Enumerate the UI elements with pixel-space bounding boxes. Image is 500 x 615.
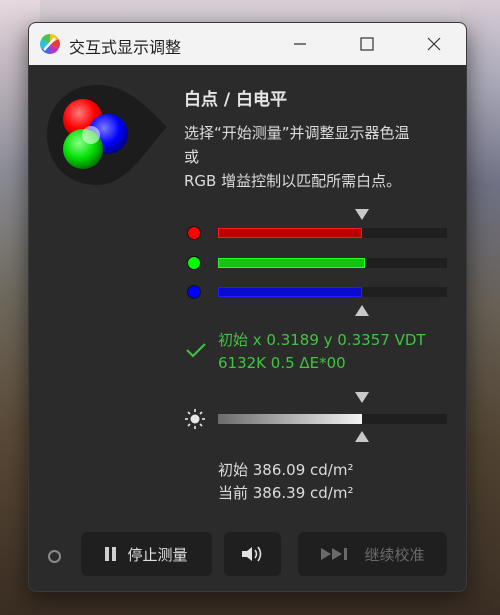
status-indicator (48, 550, 61, 563)
white-target-marker-bottom (355, 431, 369, 442)
maximize-icon (360, 37, 374, 51)
skip-forward-icon (321, 548, 348, 560)
blue-channel-dot (187, 285, 201, 299)
blue-slider-track (218, 287, 447, 297)
title-bar: 交互式显示调整 (29, 23, 466, 65)
footer-bar: 停止测量 继续校准 (29, 528, 466, 578)
instruction-line: 或 (184, 148, 200, 166)
close-button[interactable] (411, 23, 457, 65)
red-gain-slider (184, 225, 454, 241)
green-slider-fill (218, 258, 365, 268)
instruction-line: 选择“开始测量”并调整显示器色温 (184, 124, 410, 142)
blue-slider-fill (218, 287, 363, 297)
white-target-marker-top (355, 392, 369, 403)
red-channel-dot (187, 226, 201, 240)
minimize-button[interactable] (277, 23, 323, 65)
white-level-slider (184, 411, 454, 427)
pause-icon (105, 547, 117, 561)
stop-button-label: 停止测量 (127, 545, 188, 564)
adjustment-window: 交互式显示调整 白点 / 白电平 选择“开始测量”并调整显示器色温 或 RGB … (28, 22, 467, 592)
luminance-initial: 初始 386.09 cd/m² (218, 461, 354, 479)
white-slider-fill (218, 414, 363, 424)
rgb-target-marker-bottom (355, 305, 369, 316)
continue-button-label: 继续校准 (364, 545, 425, 564)
measurement-status: 初始 x 0.3189 y 0.3357 VDT 6132K 0.5 ΔE*00 (218, 329, 463, 375)
green-slider-track (218, 258, 447, 268)
red-slider-fill (218, 228, 363, 238)
stop-measurement-button[interactable]: 停止测量 (81, 532, 212, 576)
continue-calibration-button[interactable]: 继续校准 (298, 532, 447, 576)
rgb-target-marker-top (355, 209, 369, 220)
instruction-text: 选择“开始测量”并调整显示器色温 或 RGB 增益控制以匹配所需白点。 (184, 121, 454, 193)
luminance-readout: 初始 386.09 cd/m² 当前 386.39 cd/m² (218, 459, 353, 505)
color-wheel-icon (40, 34, 60, 54)
section-heading: 白点 / 白电平 (184, 90, 288, 110)
status-line: 初始 x 0.3189 y 0.3357 VDT (218, 331, 426, 349)
rgb-logo-icon (47, 85, 167, 185)
green-channel-dot (187, 256, 201, 270)
green-gain-slider (184, 255, 454, 271)
minimize-icon (294, 43, 306, 45)
luminance-current: 当前 386.39 cd/m² (218, 484, 354, 502)
status-line: 6132K 0.5 ΔE*00 (218, 354, 346, 372)
window-title: 交互式显示调整 (69, 38, 182, 57)
maximize-button[interactable] (344, 23, 390, 65)
instruction-line: RGB 增益控制以匹配所需白点。 (184, 172, 402, 190)
close-icon (427, 37, 441, 51)
white-slider-track (218, 414, 447, 424)
speaker-icon (241, 546, 261, 562)
check-icon (186, 343, 206, 358)
sound-toggle-button[interactable] (224, 532, 281, 576)
red-slider-track (218, 228, 447, 238)
blue-gain-slider (184, 284, 454, 300)
